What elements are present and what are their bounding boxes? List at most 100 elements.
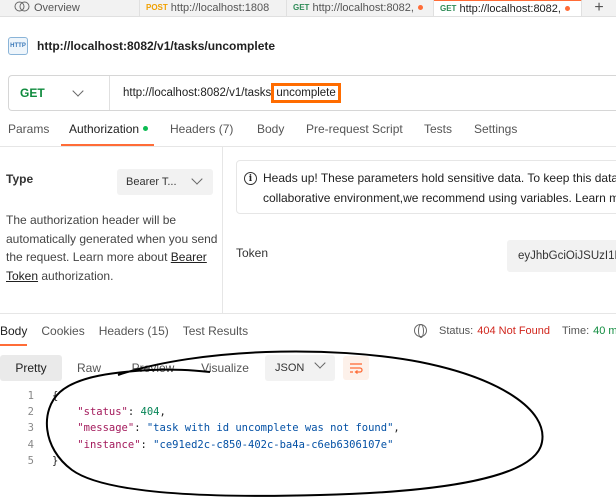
code-text: "instance": "ce91ed2c-c850-402c-ba4a-c6e… <box>77 438 394 451</box>
time-value[interactable]: 40 m <box>593 325 616 337</box>
url-input[interactable]: http://localhost:8082/v1/tasks uncomplete <box>110 83 341 103</box>
method-label: GET <box>20 86 45 100</box>
tab-overview[interactable]: Overview <box>0 0 140 16</box>
overview-icon <box>14 1 30 12</box>
sensitive-data-notice: i Heads up! These parameters hold sensit… <box>236 160 616 214</box>
notice-line-2: collaborative environment,we recommend u… <box>263 191 616 205</box>
line-number: 5 <box>27 454 34 467</box>
code-line: 1{ <box>0 388 616 404</box>
json-value: 404 <box>140 406 160 419</box>
line-number: 2 <box>27 406 34 419</box>
tab-response-headers[interactable]: Headers (15) <box>99 324 169 346</box>
new-tab-button[interactable]: + <box>582 0 616 16</box>
format-visualize-button[interactable]: Visualize <box>190 355 260 381</box>
tab-test-results-label: Test Results <box>182 324 249 338</box>
tab-request-post[interactable]: POST http://localhost:1808 <box>140 0 287 16</box>
language-value: JSON <box>275 362 305 374</box>
auth-type-dropdown[interactable]: Bearer T... <box>117 169 213 195</box>
tab-pre-request-label: Pre-request Script <box>306 122 403 136</box>
wrap-lines-button[interactable] <box>343 356 369 380</box>
tab-label: http://localhost:1808 <box>170 1 270 14</box>
code-text: "status": 404, <box>77 406 166 419</box>
url-highlighted-segment: uncomplete <box>271 83 341 103</box>
json-value: "ce91ed2c-c850-402c-ba4a-c6eb6306107e" <box>153 438 394 451</box>
auth-description: The authorization header will be automat… <box>6 211 218 285</box>
response-tabs: Body Cookies Headers (15) Test Results <box>0 324 248 346</box>
tab-strip: Overview POST http://localhost:1808 GET … <box>0 0 616 17</box>
format-label: Visualize <box>201 361 249 375</box>
code-text: } <box>52 454 59 467</box>
line-number: 3 <box>27 422 34 435</box>
tab-authorization[interactable]: Authorization <box>61 122 162 146</box>
code-line: 4 "instance": "ce91ed2c-c850-402c-ba4a-c… <box>0 437 616 453</box>
json-key: "instance" <box>77 438 141 451</box>
tab-body[interactable]: Body <box>249 122 298 146</box>
code-line: 5} <box>0 453 616 469</box>
tab-params[interactable]: Params <box>0 122 61 146</box>
token-label: Token <box>236 246 269 260</box>
tab-settings-label: Settings <box>474 122 518 136</box>
chevron-down-icon <box>72 85 84 97</box>
format-label: Pretty <box>15 361 47 375</box>
active-indicator-dot <box>143 126 149 132</box>
unsaved-dot <box>417 5 423 10</box>
tab-response-cookies[interactable]: Cookies <box>41 324 84 346</box>
line-number: 1 <box>27 390 34 402</box>
unsaved-dot <box>564 6 570 11</box>
tab-response-body-label: Body <box>0 324 28 338</box>
line-number: 4 <box>27 438 34 451</box>
status-value[interactable]: 404 Not Found <box>477 325 550 337</box>
tab-body-label: Body <box>257 122 285 136</box>
tab-test-results[interactable]: Test Results <box>183 324 248 346</box>
tab-tests-label: Tests <box>424 122 453 136</box>
url-bar: GET http://localhost:8082/v1/tasks uncomp… <box>8 75 616 111</box>
format-label: Preview <box>131 361 175 375</box>
tab-label: Overview <box>34 1 80 14</box>
http-request-icon: HTTP <box>8 37 28 55</box>
tab-method: GET <box>440 4 457 13</box>
tab-tests[interactable]: Tests <box>416 122 466 146</box>
chevron-down-icon <box>314 357 326 369</box>
format-raw-button[interactable]: Raw <box>62 355 116 381</box>
tab-request-get[interactable]: GET http://localhost:8082, <box>287 0 434 16</box>
code-line: 3 "message": "task with id uncomplete wa… <box>0 420 616 436</box>
tab-response-cookies-label: Cookies <box>41 324 85 338</box>
tab-label: http://localhost:8082, <box>312 1 414 14</box>
json-key: "status" <box>77 406 128 419</box>
format-preview-button[interactable]: Preview <box>116 355 190 381</box>
tab-headers-label: Headers (7) <box>170 122 234 136</box>
format-pretty-button[interactable]: Pretty <box>0 355 62 381</box>
notice-line-1: Heads up! These parameters hold sensitiv… <box>263 171 616 185</box>
response-meta: Status: 404 Not Found Time: 40 m <box>414 324 616 338</box>
status-label: Status: <box>439 324 474 337</box>
globe-icon[interactable] <box>414 324 427 338</box>
auth-type-label: Type <box>6 172 34 186</box>
auth-type-panel: Type Bearer T... The authorization heade… <box>0 147 223 313</box>
tab-authorization-label: Authorization <box>69 122 140 136</box>
wrap-lines-icon <box>350 363 363 374</box>
auth-type-value: Bearer T... <box>126 176 177 188</box>
chevron-down-icon <box>191 173 203 185</box>
language-dropdown[interactable]: JSON <box>265 355 335 381</box>
token-input[interactable]: eyJhbGciOiJSUzI1N <box>507 240 616 272</box>
tab-settings[interactable]: Settings <box>466 122 536 146</box>
format-label: Raw <box>76 361 101 375</box>
request-tabs: Params Authorization Headers (7) Body Pr… <box>0 122 616 146</box>
info-icon: i <box>244 172 257 185</box>
url-prefix: http://localhost:8082/v1/tasks <box>123 87 272 99</box>
tab-response-body[interactable]: Body <box>0 324 28 346</box>
response-body-code[interactable]: 1{ 2 "status": 404, 3 "message": "task w… <box>0 388 616 469</box>
divider <box>0 313 616 314</box>
code-text: { <box>52 390 59 402</box>
request-title-row: HTTP http://localhost:8082/v1/tasks/unco… <box>8 34 275 58</box>
tab-pre-request-script[interactable]: Pre-request Script <box>298 122 416 146</box>
tab-response-headers-label: Headers (15) <box>98 324 169 338</box>
tab-method: GET <box>293 3 310 12</box>
response-toolbar: Pretty Raw Preview Visualize JSON <box>0 355 369 381</box>
tab-headers[interactable]: Headers (7) <box>162 122 249 146</box>
method-dropdown[interactable]: GET <box>9 76 110 110</box>
request-title[interactable]: http://localhost:8082/v1/tasks/uncomplet… <box>37 39 275 53</box>
tab-method: POST <box>146 3 168 12</box>
tab-request-get-active[interactable]: GET http://localhost:8082, <box>434 0 582 16</box>
code-text: "message": "task with id uncomplete was … <box>77 422 400 435</box>
